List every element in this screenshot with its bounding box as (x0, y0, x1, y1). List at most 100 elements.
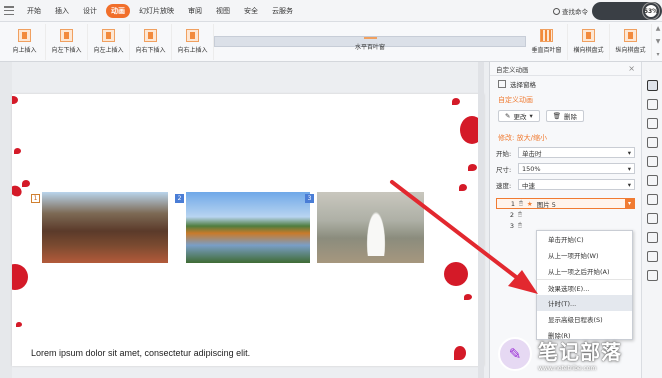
settings-icon[interactable] (646, 137, 658, 148)
chevron-down-icon[interactable]: ▾ (625, 199, 634, 208)
tab-animation[interactable]: 动画 (106, 3, 130, 18)
effect-label: 向左下插入 (51, 47, 82, 54)
menu-icon[interactable] (4, 6, 14, 15)
select-pane-label: 选择窗格 (510, 81, 536, 89)
toolbar-right: 查找命令 53% (553, 0, 662, 22)
petal (14, 148, 21, 154)
tab-home[interactable]: 开始 (22, 4, 46, 18)
speed-value: 中速 (522, 181, 535, 190)
item-number: 3 (509, 221, 514, 230)
watermark-title: 笔记部落 (538, 340, 622, 364)
checker-icon (624, 29, 637, 42)
effect-label: 向上插入 (12, 47, 37, 54)
pencil-icon: ✎ (505, 112, 511, 120)
effect-vertical-checker[interactable]: 纵向棋盘式 (610, 23, 652, 60)
panel-header: 自定义动画 × (490, 62, 641, 76)
delete-button[interactable]: 🗑 删除 (545, 110, 584, 122)
petal (452, 98, 460, 105)
history-icon[interactable] (646, 232, 658, 243)
network-badge: 53% (643, 3, 659, 19)
menu-item-start-on-click[interactable]: 单击开始(C) (537, 231, 632, 247)
context-menu: 单击开始(C) 从上一项开始(W) 从上一项之后开始(A) 效果选项(E)...… (536, 230, 633, 340)
photo-bride[interactable] (317, 192, 424, 263)
rose (444, 262, 468, 286)
effect-left-up-insert[interactable]: 向左上插入 (88, 23, 130, 60)
tab-insert[interactable]: 插入 (50, 4, 74, 18)
tab-design[interactable]: 设计 (78, 4, 102, 18)
effect-right-up-insert[interactable]: 向右上插入 (172, 23, 214, 60)
effect-right-down-insert[interactable]: 向右下插入 (130, 23, 172, 60)
item-number: 1 (510, 199, 515, 208)
slide-body-text[interactable]: Lorem ipsum dolor sit amet, consectetur … (31, 348, 250, 358)
effect-horizontal-blinds[interactable]: 水平百叶窗 (214, 36, 526, 51)
menu-item-after-previous[interactable]: 从上一项之后开始(A) (537, 263, 632, 279)
change-button[interactable]: ✎ 更改 ▾ (498, 110, 540, 122)
size-select[interactable]: 150% ▾ (518, 163, 635, 174)
mouse-icon: 🖱 (519, 199, 523, 207)
chevron-down-icon: ▾ (627, 148, 631, 157)
photo-town[interactable] (42, 192, 168, 263)
tab-view[interactable]: 视图 (211, 4, 235, 18)
panel-title: 自定义动画 (496, 65, 529, 74)
animation-ribbon: 向上插入 向左下插入 向左上插入 向右下插入 向右上插入 水平百叶窗 垂直百叶窗… (0, 22, 662, 62)
animation-list-item[interactable]: 2 🖱 (496, 209, 635, 220)
menu-item-effect-options[interactable]: 效果选项(E)... (537, 279, 632, 295)
tab-slideshow[interactable]: 幻灯片放映 (134, 4, 179, 18)
animation-list-item[interactable]: 1 🖱 ★ 图片 5 ▾ (496, 198, 635, 209)
tab-review[interactable]: 审阅 (183, 4, 207, 18)
copy-icon[interactable] (646, 118, 658, 129)
effect-icon (18, 29, 31, 42)
select-pane-row[interactable]: 选择窗格 (490, 76, 641, 92)
petal (454, 346, 466, 360)
photo-lake[interactable] (186, 192, 310, 263)
ribbon-scroll[interactable]: ▲ ▼ ▾ (654, 25, 662, 59)
chevron-up-icon[interactable]: ▲ (656, 25, 661, 33)
table-icon[interactable] (646, 194, 658, 205)
mouse-icon: 🖱 (518, 210, 522, 218)
select-pane-icon (498, 80, 506, 88)
menu-item-advanced-timeline[interactable]: 显示高级日程表(S) (537, 311, 632, 327)
animation-order-badge[interactable]: 2 (175, 194, 184, 203)
slide[interactable]: 1 2 3 Lorem ipsum dolor sit amet, consec… (12, 94, 484, 366)
help-icon[interactable] (646, 251, 658, 262)
action-buttons: ✎ 更改 ▾ 🗑 删除 (490, 108, 641, 124)
size-value: 150% (522, 164, 541, 173)
effect-up-insert[interactable]: 向上插入 (4, 23, 46, 60)
checker-icon (582, 29, 595, 42)
scrollbar[interactable] (478, 62, 484, 378)
search-command[interactable]: 查找命令 (553, 6, 588, 16)
image-icon[interactable] (646, 156, 658, 167)
start-select[interactable]: 单击时 ▾ (518, 147, 635, 158)
petal (12, 96, 18, 104)
tab-cloud[interactable]: 云服务 (267, 4, 298, 18)
apps-icon[interactable] (646, 270, 658, 281)
effect-vertical-blinds[interactable]: 垂直百叶窗 (526, 23, 568, 60)
thumbnail-strip (0, 62, 12, 378)
share-icon[interactable] (646, 213, 658, 224)
menu-item-timing[interactable]: 计时(T)... (537, 295, 632, 311)
effect-left-down-insert[interactable]: 向左下插入 (46, 23, 88, 60)
animation-icon[interactable] (646, 80, 658, 91)
chevron-down-icon: ▾ (627, 180, 631, 189)
chevron-down-icon[interactable]: ▼ (656, 38, 661, 46)
chevron-down-icon: ▾ (529, 112, 533, 120)
more-icon[interactable]: ▾ (656, 51, 659, 59)
close-icon[interactable]: × (628, 64, 635, 73)
star-icon[interactable] (646, 175, 658, 186)
chevron-down-icon: ▾ (627, 164, 631, 173)
effect-horizontal-checker[interactable]: 横向棋盘式 (568, 23, 610, 60)
speed-select[interactable]: 中速 ▾ (518, 179, 635, 190)
modify-label: 修改: 放大/缩小 (498, 134, 547, 142)
watermark-logo-icon: ✎ (498, 337, 532, 371)
delete-label: 删除 (563, 113, 577, 121)
petal (468, 164, 477, 171)
shapes-icon[interactable] (646, 99, 658, 110)
menu-item-with-previous[interactable]: 从上一项开始(W) (537, 247, 632, 263)
size-label: 尺寸: (496, 165, 512, 174)
animation-order-badge[interactable]: 1 (31, 194, 40, 203)
tab-security[interactable]: 安全 (239, 4, 263, 18)
animation-order-badge[interactable]: 3 (305, 194, 314, 203)
effect-icon (60, 29, 73, 42)
size-field: 尺寸: 150% ▾ (490, 162, 641, 175)
petal (16, 322, 22, 327)
